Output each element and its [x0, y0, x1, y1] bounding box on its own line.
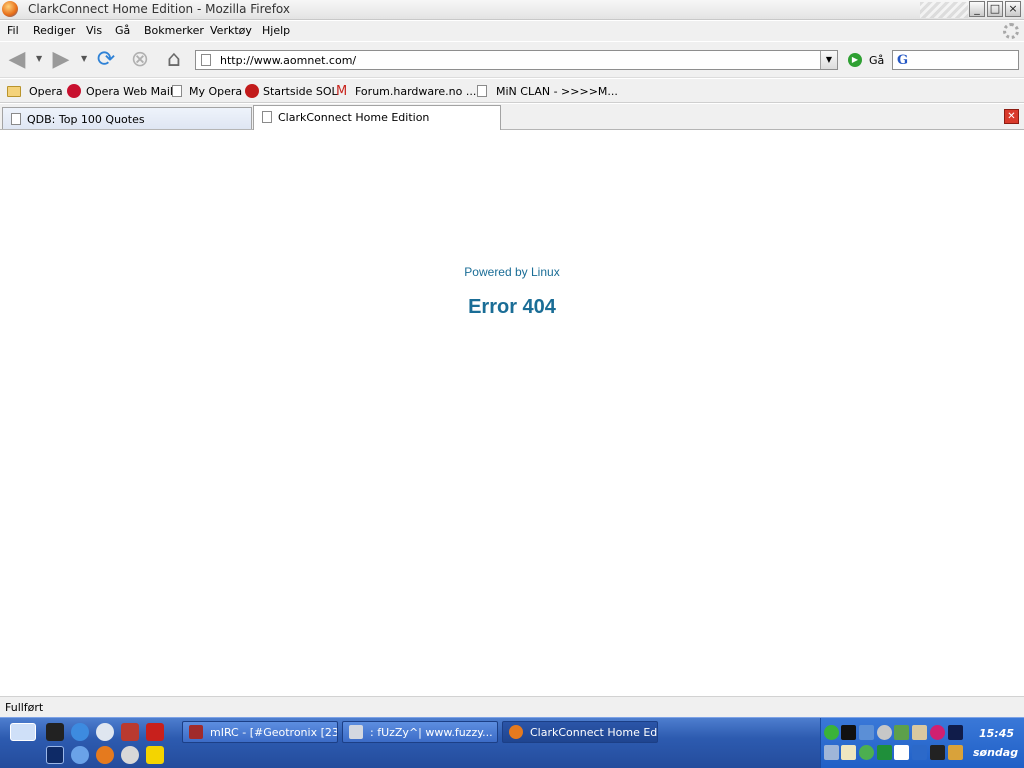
tray-app-icon[interactable] — [877, 725, 892, 740]
task-mirc[interactable]: mIRC - [#Geotronix [23]... — [182, 721, 338, 743]
firefox-icon — [509, 725, 523, 739]
page-icon — [11, 113, 21, 125]
clock[interactable]: 15:45 — [979, 727, 1014, 740]
tray-app-icon[interactable] — [859, 725, 874, 740]
reload-icon[interactable]: ⟳ — [93, 47, 119, 73]
back-history-dropdown-icon[interactable]: ▼ — [36, 54, 42, 63]
firefox-icon[interactable] — [96, 746, 114, 764]
tray-app-icon[interactable] — [841, 745, 856, 760]
bookmark-opera[interactable]: Opera — [29, 85, 63, 99]
bookmark-my-opera[interactable]: My Opera — [189, 85, 242, 99]
close-tab-icon[interactable]: ✕ — [1004, 109, 1019, 124]
bookmarks-toolbar: Opera Opera Web Mail My Opera Startside … — [0, 79, 1024, 103]
terminal-icon[interactable] — [46, 746, 64, 764]
firefox-icon — [2, 1, 18, 17]
tray-app-icon[interactable] — [930, 725, 945, 740]
url-history-dropdown-icon[interactable]: ▼ — [820, 51, 837, 69]
page-content: Powered by Linux Error 404 — [0, 131, 1024, 696]
page-icon — [262, 111, 272, 123]
tab-label: ClarkConnect Home Edition — [278, 111, 430, 124]
forward-history-dropdown-icon[interactable]: ▼ — [81, 54, 87, 63]
bookmark-forum-hardware[interactable]: Forum.hardware.no ... — [355, 85, 476, 99]
title-decoration — [920, 2, 968, 18]
opera-icon — [67, 84, 81, 98]
close-button[interactable]: × — [1005, 1, 1021, 17]
app-icon[interactable] — [121, 723, 139, 741]
window-title: ClarkConnect Home Edition - Mozilla Fire… — [28, 2, 290, 16]
powered-by-text: Powered by Linux — [464, 265, 560, 279]
app-icon[interactable] — [146, 746, 164, 764]
system-tray: 15:45 søndag — [820, 718, 1024, 768]
go-arrow-icon[interactable]: ▶ — [848, 53, 862, 67]
task-fuzzy[interactable]: : fUzZy^| www.fuzzy... — [342, 721, 498, 743]
tray-app-icon[interactable] — [877, 745, 892, 760]
tray-app-icon[interactable] — [948, 745, 963, 760]
forward-arrow-icon[interactable]: ▶ — [48, 47, 74, 73]
google-search-engine-icon[interactable]: G — [897, 53, 908, 68]
menu-view[interactable]: Vis — [86, 24, 102, 37]
task-firefox[interactable]: ClarkConnect Home Edi... — [502, 721, 658, 743]
stop-icon[interactable]: ⊗ — [127, 47, 153, 73]
steam-icon[interactable] — [46, 723, 64, 741]
tray-app-icon[interactable] — [859, 745, 874, 760]
network-icon[interactable] — [824, 725, 839, 740]
filezilla-icon[interactable] — [146, 723, 164, 741]
chat-icon — [349, 725, 363, 739]
tray-app-icon[interactable] — [930, 745, 945, 760]
tray-app-icon[interactable] — [912, 745, 927, 760]
menu-help[interactable]: Hjelp — [262, 24, 290, 37]
tray-app-icon[interactable] — [948, 725, 963, 740]
tray-app-icon[interactable] — [912, 725, 927, 740]
page-icon — [172, 85, 182, 97]
menu-edit[interactable]: Rediger — [33, 24, 75, 37]
error-heading: Error 404 — [468, 296, 556, 318]
task-label: : fUzZy^| www.fuzzy... — [370, 726, 493, 739]
go-button-label[interactable]: Gå — [869, 54, 884, 67]
gear-icon[interactable] — [121, 746, 139, 764]
navigation-toolbar: ◀ ▼ ▶ ▼ ⟳ ⊗ ⌂ http://www.aomnet.com/ ▼ ▶… — [0, 42, 1024, 78]
activity-throbber-icon — [1003, 23, 1019, 39]
task-label: mIRC - [#Geotronix [23]... — [210, 726, 338, 739]
menu-bar: Fil Rediger Vis Gå Bokmerker Verktøy Hje… — [0, 21, 1024, 41]
menu-tools[interactable]: Verktøy — [210, 24, 252, 37]
volume-icon[interactable] — [824, 745, 839, 760]
show-desktop-icon[interactable] — [10, 723, 36, 741]
tab-qdb[interactable]: QDB: Top 100 Quotes — [2, 107, 252, 129]
tray-app-icon[interactable] — [894, 745, 909, 760]
browser-icon[interactable] — [71, 746, 89, 764]
menu-go[interactable]: Gå — [115, 24, 130, 37]
menu-bookmarks[interactable]: Bokmerker — [144, 24, 204, 37]
status-text: Fullført — [5, 701, 44, 714]
home-icon[interactable]: ⌂ — [161, 47, 187, 73]
address-bar[interactable]: http://www.aomnet.com/ ▼ — [195, 50, 838, 70]
sol-icon — [245, 84, 259, 98]
folder-icon — [7, 86, 21, 97]
maximize-button[interactable]: □ — [987, 1, 1003, 17]
page-icon — [201, 54, 211, 66]
steam-icon[interactable] — [841, 725, 856, 740]
internet-explorer-icon[interactable] — [71, 723, 89, 741]
tab-bar: QDB: Top 100 Quotes ClarkConnect Home Ed… — [0, 104, 1024, 130]
media-player-icon[interactable] — [96, 723, 114, 741]
minimize-button[interactable]: _ — [969, 1, 985, 17]
tray-app-icon[interactable] — [894, 725, 909, 740]
title-bar: ClarkConnect Home Edition - Mozilla Fire… — [0, 0, 1024, 20]
mirc-icon — [189, 725, 203, 739]
search-input[interactable]: G — [892, 50, 1019, 70]
day-of-week: søndag — [973, 746, 1019, 759]
status-bar: Fullført — [0, 696, 1024, 717]
tab-label: QDB: Top 100 Quotes — [27, 113, 145, 126]
task-label: ClarkConnect Home Edi... — [530, 726, 658, 739]
back-arrow-icon[interactable]: ◀ — [4, 47, 30, 73]
gmail-icon: M — [336, 84, 348, 99]
menu-file[interactable]: Fil — [7, 24, 19, 37]
bookmark-min-clan[interactable]: MiN CLAN - >>>>M... — [496, 85, 618, 99]
tab-clarkconnect[interactable]: ClarkConnect Home Edition — [253, 105, 501, 130]
page-icon — [477, 85, 487, 97]
url-text[interactable]: http://www.aomnet.com/ — [220, 54, 356, 67]
bookmark-opera-web-mail[interactable]: Opera Web Mail — [86, 85, 173, 99]
taskbar: mIRC - [#Geotronix [23]... : fUzZy^| www… — [0, 717, 1024, 768]
bookmark-startside-sol[interactable]: Startside SOL — [263, 85, 338, 99]
